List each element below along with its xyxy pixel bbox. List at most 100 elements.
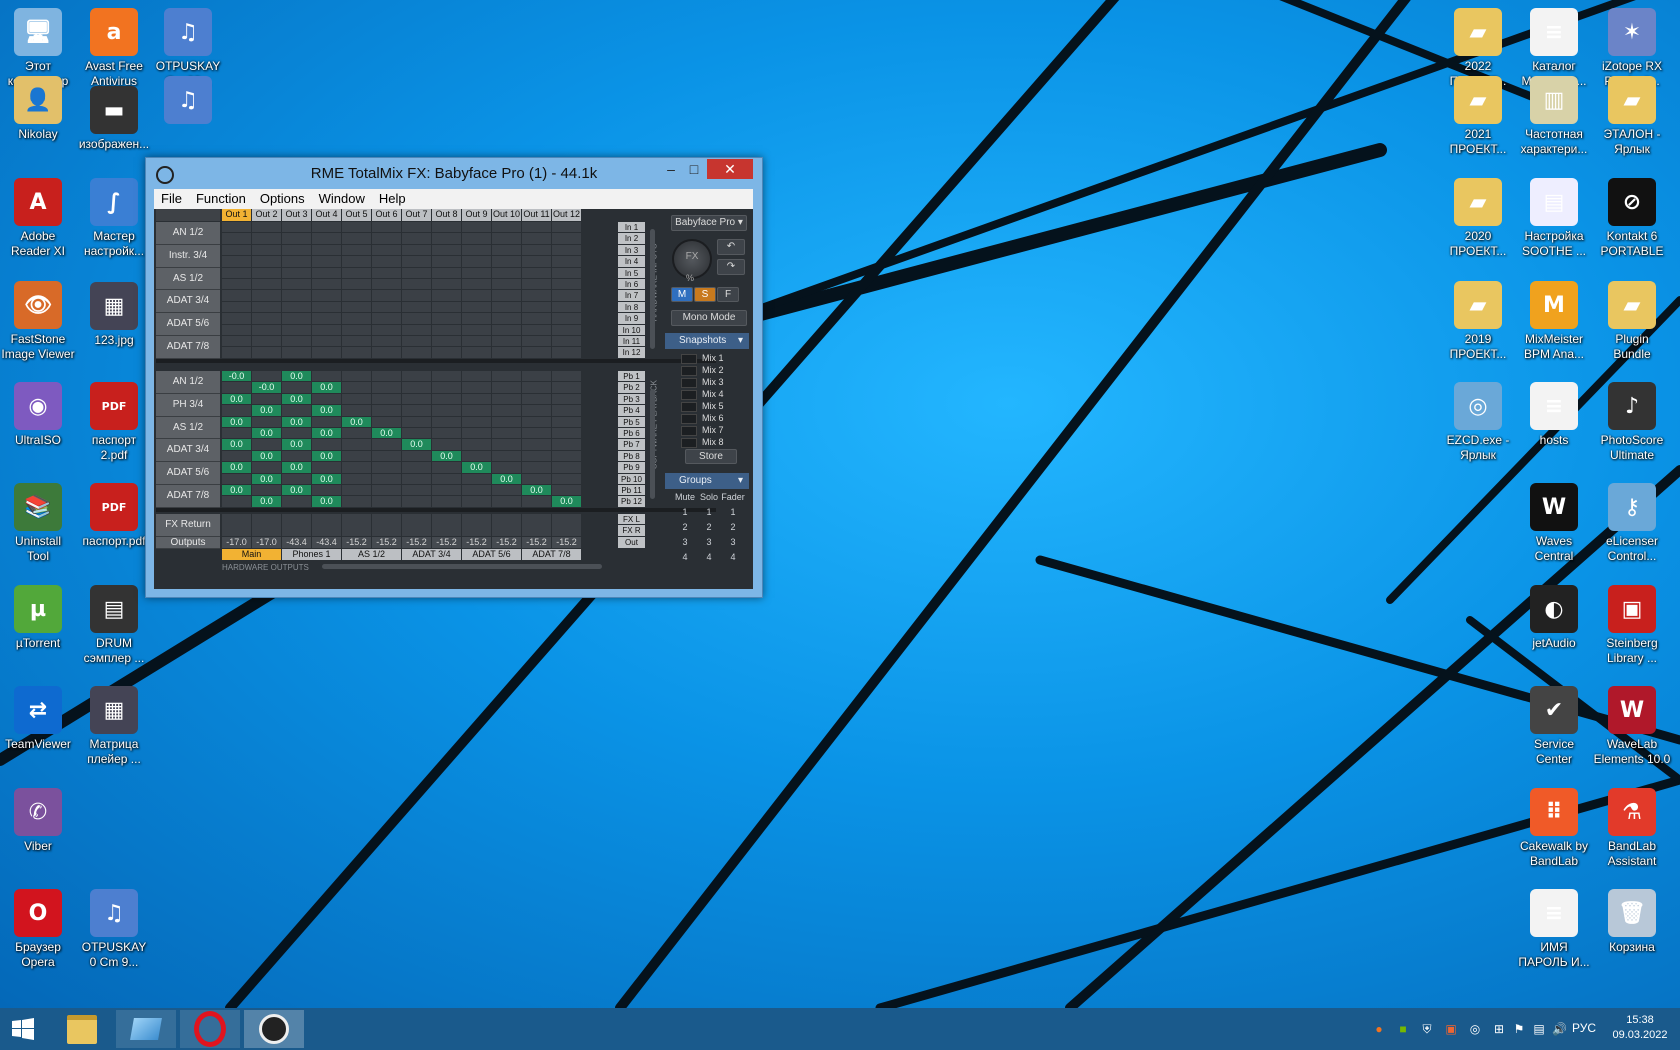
gain-cell[interactable]: 0.0 [522,485,551,496]
matrix-cell-playback[interactable] [222,496,251,507]
matrix-cell-playback[interactable] [402,416,431,427]
matrix-cell-input[interactable] [522,301,551,313]
desktop-icon[interactable]: ▦ Матрица плейер ... [76,686,152,767]
matrix-cell-input[interactable] [402,233,431,244]
matrix-cell-input[interactable] [432,244,461,256]
matrix-cell-playback[interactable] [552,393,581,405]
matrix-cell-input[interactable] [492,301,521,313]
desktop-icon[interactable]: a Avast Free Antivirus [76,8,152,89]
snapshot-item[interactable]: Mix 8 [681,437,737,448]
matrix-cell-playback[interactable] [372,405,401,416]
matrix-cell-playback[interactable] [432,382,461,393]
matrix-cell-playback[interactable] [492,382,521,393]
matrix-cell-input[interactable] [522,279,551,290]
matrix-cell-input[interactable] [252,313,281,324]
matrix-cell-input[interactable] [462,267,491,278]
matrix-cell-playback[interactable] [312,393,341,405]
matrix-cell-input[interactable] [432,336,461,347]
matrix-cell-input[interactable] [342,301,371,313]
matrix-cell-playback[interactable] [222,473,251,484]
matrix-cell-input[interactable] [312,279,341,290]
desktop-icon[interactable]: ⚷ eLicenser Control... [1594,483,1670,564]
matrix-cell-input[interactable] [402,324,431,335]
gain-cell[interactable]: 0.0 [252,428,281,439]
out-header[interactable]: Out 12 [552,209,581,221]
matrix-cell-input[interactable] [402,313,431,324]
desktop-icon[interactable]: ▰ 2021 ПРОЕКТ... [1440,76,1516,157]
snapshots-header[interactable]: Snapshots ▾ [665,333,749,349]
matrix-cell-input[interactable] [372,324,401,335]
matrix-cell-playback[interactable] [432,416,461,427]
matrix-cell-input[interactable] [222,256,251,267]
matrix-cell-playback[interactable] [432,462,461,473]
desktop-icon[interactable]: ▰ 2019 ПРОЕКТ... [1440,281,1516,362]
gain-cell[interactable]: 0.0 [312,428,341,439]
matrix-cell-input[interactable] [402,244,431,256]
fx-return-cell[interactable] [342,513,371,536]
matrix-cell-input[interactable] [552,347,581,358]
matrix-cell-input[interactable] [342,267,371,278]
gain-cell[interactable]: 0.0 [252,405,281,416]
gain-cell[interactable]: 0.0 [492,473,521,484]
matrix-cell-input[interactable] [252,347,281,358]
matrix-cell-playback[interactable] [252,485,281,496]
shield-tray-icon[interactable]: ⛨ [1420,1022,1434,1036]
output-level[interactable]: -17.0 [252,536,281,548]
desktop-icon[interactable]: ⊘ Kontakt 6 PORTABLE [1594,178,1670,259]
snapshot-item[interactable]: Mix 2 [681,365,737,376]
rme-tray-icon[interactable]: ▣ [1444,1022,1458,1036]
fx-return-cell[interactable] [222,513,251,536]
matrix-cell-input[interactable] [372,222,401,233]
matrix-cell-input[interactable] [552,313,581,324]
f-button[interactable]: F [717,287,739,302]
s-button[interactable]: S [694,287,716,302]
matrix-cell-playback[interactable] [552,439,581,450]
input-channel-label[interactable]: In 3 [618,244,645,256]
taskbar-window-app[interactable] [116,1010,176,1048]
desktop-icon[interactable]: A Adobe Reader XI [0,178,76,259]
snapshot-item[interactable]: Mix 7 [681,425,737,436]
out-header[interactable]: Out 7 [402,209,431,221]
matrix-cell-input[interactable] [342,324,371,335]
matrix-cell-input[interactable] [312,301,341,313]
matrix-cell-playback[interactable] [342,450,371,462]
out-header[interactable]: Out 8 [432,209,461,221]
desktop-icon[interactable]: ◉ UltraISO [0,382,76,448]
input-channel-label[interactable]: In 8 [618,301,645,313]
matrix-cell-input[interactable] [342,336,371,347]
desktop-icon[interactable]: ≡ hosts [1516,382,1592,448]
matrix-cell-playback[interactable] [522,450,551,462]
desktop-icon[interactable]: PDF паспорт 2.pdf [76,382,152,463]
matrix-cell-input[interactable] [282,244,311,256]
groups-header[interactable]: Groups ▾ [665,473,749,489]
matrix-cell-input[interactable] [252,244,281,256]
matrix-cell-playback[interactable] [372,416,401,427]
matrix-cell-playback[interactable] [372,371,401,382]
matrix-cell-playback[interactable] [432,428,461,439]
taskbar-file-explorer[interactable] [52,1010,112,1048]
gain-cell[interactable]: 0.0 [312,405,341,416]
playback-channel-label[interactable]: Pb 6 [618,428,645,439]
playback-scrollbar[interactable] [650,389,655,499]
matrix-cell-input[interactable] [492,267,521,278]
matrix-cell-playback[interactable] [492,405,521,416]
matrix-cell-input[interactable] [432,290,461,301]
gain-cell[interactable]: 0.0 [312,496,341,507]
matrix-cell-playback[interactable] [462,393,491,405]
matrix-cell-playback[interactable] [402,473,431,484]
matrix-cell-input[interactable] [462,279,491,290]
menu-help[interactable]: Help [372,189,413,209]
matrix-cell-playback[interactable] [342,405,371,416]
out-header[interactable]: Out 5 [342,209,371,221]
matrix-cell-playback[interactable] [312,439,341,450]
gain-cell[interactable]: 0.0 [462,462,491,473]
matrix-cell-playback[interactable] [222,450,251,462]
totalmix-tray-icon[interactable]: ◎ [1468,1022,1482,1036]
input-channel-label[interactable]: In 9 [618,313,645,324]
matrix-cell-playback[interactable] [492,485,521,496]
matrix-cell-input[interactable] [492,222,521,233]
fx-return-cell[interactable] [492,513,521,536]
matrix-cell-playback[interactable] [252,462,281,473]
matrix-cell-input[interactable] [432,279,461,290]
matrix-cell-input[interactable] [252,267,281,278]
